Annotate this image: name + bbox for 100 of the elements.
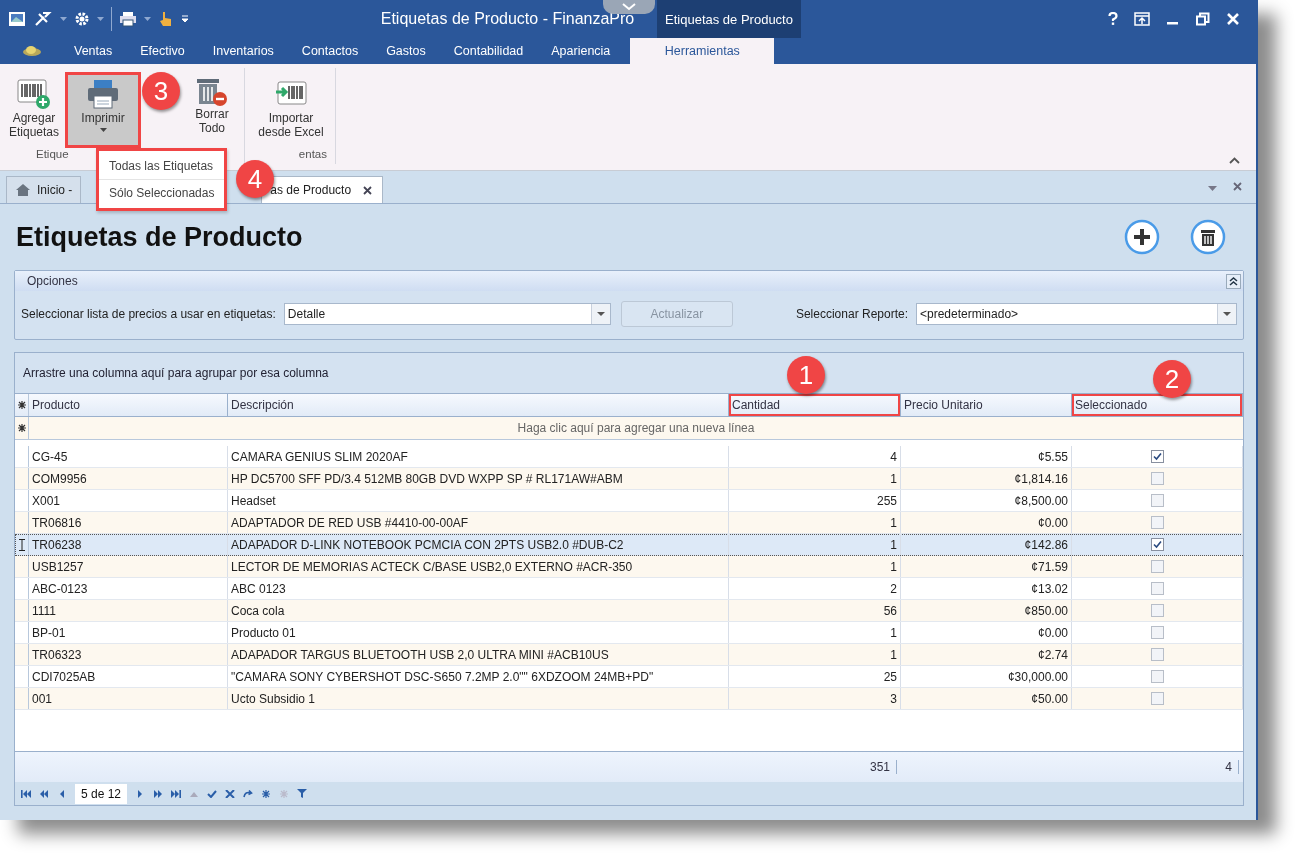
app-icon[interactable]: [8, 11, 26, 27]
restore-ribbon-icon[interactable]: [1134, 12, 1150, 26]
checkbox[interactable]: [1150, 538, 1164, 551]
chevron-icon[interactable]: [622, 3, 636, 11]
add-button[interactable]: Agregar Etiquetas: [6, 72, 62, 148]
cancel-icon[interactable]: [225, 789, 236, 798]
table-cell: ADAPADOR D-LINK NOTEBOOK PCMCIA CON 2PTS USB2.0 #DUB-C2: [228, 534, 729, 555]
document-tab[interactable]: as de Producto: [261, 176, 384, 203]
gear-icon[interactable]: [74, 11, 90, 27]
ribbon-tab[interactable]: Ventas: [60, 38, 127, 64]
trash-icon[interactable]: [1190, 219, 1226, 255]
print-button[interactable]: Imprimir: [65, 72, 141, 148]
table-row[interactable]: USB1257 LECTOR DE MEMORIAS ACTECK C/BASE USB2,0 EXTERNO #ACR-350 1 ¢71.59: [15, 556, 1243, 578]
table-cell: ¢1,814.16: [901, 468, 1072, 489]
help-icon[interactable]: [1108, 12, 1118, 26]
table-cell: 1: [729, 468, 901, 489]
menu-item[interactable]: Todas las Etiquetas: [99, 153, 225, 180]
table-cell: ¢5.55: [901, 446, 1072, 467]
last-record-icon[interactable]: [171, 789, 182, 798]
table-cell: 2: [729, 578, 901, 599]
table-cell: 1: [729, 534, 901, 555]
menu-item[interactable]: Sólo Seleccionadas: [99, 180, 225, 206]
checkbox[interactable]: [1150, 494, 1164, 507]
selected-total: 4: [1225, 760, 1239, 774]
field-label: Seleccionar lista de precios a usar en etiquetas:: [21, 307, 276, 321]
close-icon[interactable]: [363, 185, 373, 195]
column-header[interactable]: Precio Unitario: [901, 394, 1072, 416]
import-button[interactable]: Importar desde Excel: [251, 72, 331, 148]
ribbon-tab[interactable]: Herramientas: [630, 38, 775, 64]
asterisk-icon[interactable]: [261, 789, 272, 798]
table-cell: ABC 0123: [228, 578, 729, 599]
caret-icon[interactable]: [144, 16, 151, 22]
refresh-icon[interactable]: [243, 789, 254, 798]
group-label: Etique: [35, 148, 69, 162]
caret-icon[interactable]: [60, 16, 67, 22]
checkbox[interactable]: [1150, 450, 1164, 463]
ribbon-tab[interactable]: Apariencia: [537, 38, 625, 64]
check-icon[interactable]: [207, 789, 218, 798]
restore-icon[interactable]: [1196, 12, 1210, 26]
table-row[interactable]: COM9956 HP DC5700 SFF PD/3.4 512MB 80GB DVD WXPP SP # RL171AW#ABM 1 ¢1,814.16: [15, 468, 1243, 490]
report-dropdown[interactable]: <predeterminado>: [916, 303, 1237, 325]
tools-icon[interactable]: [33, 11, 53, 27]
asterisk-icon: [17, 401, 26, 409]
filter-icon[interactable]: [297, 789, 308, 798]
table-row[interactable]: TR06238 ADAPADOR D-LINK NOTEBOOK PCMCIA CON 2PTS USB2.0 #DUB-C2 1 ¢142.86: [15, 534, 1243, 556]
table-cell: ABC-0123: [29, 578, 228, 599]
edit-cursor-icon: [18, 538, 25, 551]
add-icon[interactable]: [1124, 219, 1160, 255]
checkbox[interactable]: [1150, 648, 1164, 661]
printer-icon[interactable]: [119, 11, 137, 27]
home-icon: [15, 183, 31, 197]
group-hint: Arrastre una columna aquí para agrupar por esa columna: [23, 366, 329, 380]
table-cell: ¢50.00: [901, 688, 1072, 709]
hand-icon[interactable]: [158, 10, 174, 28]
next-page-icon[interactable]: [153, 789, 164, 798]
column-header[interactable]: Seleccionado: [1072, 394, 1243, 416]
checkbox[interactable]: [1150, 692, 1164, 705]
first-record-icon[interactable]: [21, 789, 31, 798]
caret-icon[interactable]: [97, 16, 104, 22]
ribbon-tab[interactable]: Inventarios: [198, 38, 288, 64]
collapse-notch[interactable]: [603, 0, 655, 14]
table-cell: ¢71.59: [901, 556, 1072, 577]
column-header[interactable]: Descripción: [228, 394, 729, 416]
group-label: entas: [298, 148, 328, 162]
collapse-icon[interactable]: [1226, 273, 1241, 289]
document-tab[interactable]: Inicio -: [6, 176, 82, 203]
table-cell: USB1257: [29, 556, 228, 577]
table-cell: Ucto Subsidio 1: [228, 688, 729, 709]
column-header[interactable]: Cantidad: [729, 394, 901, 416]
price-list-dropdown[interactable]: Detalle: [283, 303, 611, 325]
table-row[interactable]: 001 Ucto Subsidio 1 3 ¢50.00: [15, 688, 1243, 710]
clear-button[interactable]: Borrar Todo: [184, 72, 240, 148]
ribbon-tab[interactable]: Contabilidad: [439, 38, 538, 64]
table-row[interactable]: TR06816 ADAPTADOR DE RED USB #4410-00-00AF 1 ¢0.00: [15, 512, 1243, 534]
table-cell: ¢850.00: [901, 600, 1072, 621]
close-icon[interactable]: [1233, 182, 1242, 191]
ribbon-tab[interactable]: Efectivo: [126, 38, 199, 64]
table-cell: 56: [729, 600, 901, 621]
table-row[interactable]: TR06323 ADAPADOR TARGUS BLUETOOTH USB 2,0 ULTRA MINI #ACB10US 1 ¢2.74: [15, 644, 1243, 666]
checkbox[interactable]: [1150, 626, 1164, 639]
customize-icon[interactable]: [181, 15, 189, 23]
checkbox[interactable]: [1150, 516, 1164, 529]
caret-icon[interactable]: [1208, 186, 1217, 191]
app-logo-icon[interactable]: [22, 44, 42, 56]
previous-page-icon[interactable]: [39, 789, 49, 798]
collapse-ribbon-icon[interactable]: [1229, 157, 1240, 164]
column-header[interactable]: Producto: [29, 394, 228, 416]
window-title: Etiquetas de Producto - FinanzaPro: [379, 10, 636, 28]
ribbon-tab[interactable]: Contactos: [287, 38, 373, 64]
checkbox[interactable]: [1150, 604, 1164, 617]
table-cell: CG-45: [29, 446, 228, 467]
record-position: 5 de 12: [75, 783, 128, 804]
field-label: Seleccionar Reporte:: [795, 307, 908, 321]
checkbox[interactable]: [1150, 582, 1164, 595]
ribbon-tab[interactable]: Gastos: [372, 38, 440, 64]
checkbox[interactable]: [1150, 670, 1164, 683]
table-row[interactable]: 1111 Coca cola 56 ¢850.00: [15, 600, 1243, 622]
checkbox[interactable]: [1150, 560, 1164, 573]
barcode-add-icon: [17, 78, 51, 110]
checkbox[interactable]: [1150, 472, 1164, 485]
